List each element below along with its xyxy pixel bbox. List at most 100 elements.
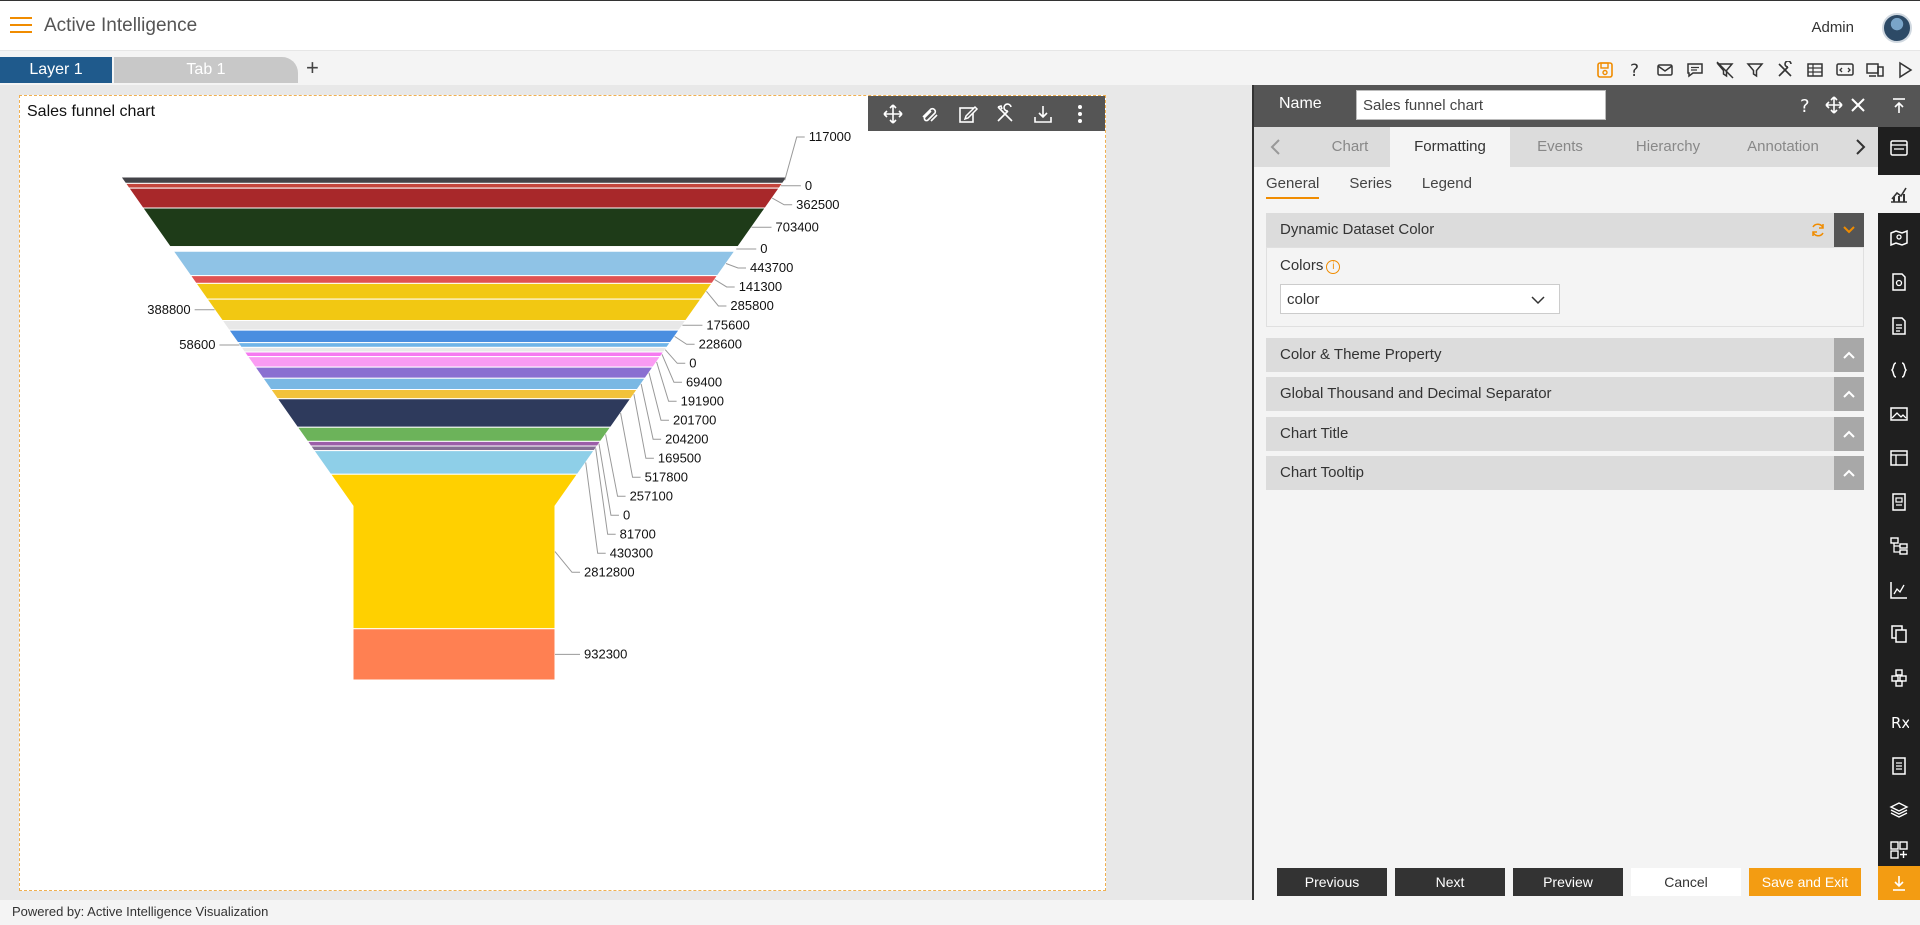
tab-hierarchy[interactable]: Hierarchy [1610,127,1726,167]
close-icon[interactable] [1846,93,1870,117]
funnel-segment[interactable] [352,628,556,681]
chevron-up-icon[interactable] [1834,417,1864,451]
subtab-legend[interactable]: Legend [1422,175,1472,199]
section-chart-title[interactable]: Chart Title [1266,417,1864,451]
notes-icon[interactable] [1878,749,1920,783]
funnel-segment[interactable] [269,388,639,400]
preview-button[interactable]: Preview [1513,868,1623,896]
funnel-segment[interactable] [246,356,662,368]
chart-icon[interactable] [1878,175,1920,213]
collapse-down-icon[interactable] [1878,866,1920,900]
link-icon[interactable] [917,101,943,127]
move-icon[interactable] [1822,93,1846,117]
funnel-segment[interactable] [306,440,602,447]
tab-formatting[interactable]: Formatting [1390,127,1510,167]
funnel-segment[interactable] [313,450,595,475]
sparkline-icon[interactable] [1878,573,1920,607]
settings-icon[interactable] [992,101,1018,127]
next-button[interactable]: Next [1395,868,1505,896]
chart-widget[interactable]: 117000 0 362500 703400 0 443700 141300 285800 38… [19,95,1106,891]
tab-1[interactable]: Tab 1 [114,57,298,83]
funnel-segment[interactable] [169,246,739,252]
section-chart-tooltip[interactable]: Chart Tooltip [1266,456,1864,490]
funnel-segment[interactable] [243,351,665,358]
refresh-icon[interactable] [1810,222,1826,238]
info-icon[interactable]: i [1326,260,1341,274]
tab-annotation[interactable]: Annotation [1726,127,1840,167]
cancel-button[interactable]: Cancel [1631,868,1741,896]
report-icon[interactable] [1878,485,1920,519]
chevron-left-icon[interactable] [1266,137,1286,157]
edit-icon[interactable] [955,101,981,127]
clear-filter-icon[interactable] [1710,59,1740,81]
subtab-general[interactable]: General [1266,175,1320,199]
layout-icon[interactable] [1878,441,1920,475]
add-tab-button[interactable]: + [306,55,319,81]
funnel-segment[interactable] [195,282,713,300]
document-icon[interactable] [1878,309,1920,343]
funnel-segment[interactable] [120,176,788,184]
funnel-segment[interactable] [189,275,719,284]
help-icon[interactable]: ? [1620,59,1650,81]
user-name[interactable]: Admin [1811,19,1854,36]
widgets-icon[interactable] [1878,833,1920,867]
funnel-segment[interactable] [254,366,654,379]
tools-icon[interactable] [1770,59,1800,81]
colors-select[interactable]: color [1280,284,1560,314]
funnel-segment[interactable] [127,187,781,209]
more-icon[interactable] [1067,101,1093,127]
chevron-right-icon[interactable] [1850,137,1870,157]
layers-icon[interactable] [1878,793,1920,827]
funnel-segment[interactable] [124,182,784,189]
menu-icon[interactable] [10,17,32,35]
hierarchy-icon[interactable] [1878,529,1920,563]
filter-icon[interactable] [1740,59,1770,81]
subtab-series[interactable]: Series [1349,175,1392,199]
layer-tab[interactable]: Layer 1 [0,57,112,83]
cubes-icon[interactable] [1878,661,1920,695]
funnel-segment[interactable] [240,346,668,353]
funnel-segment[interactable] [296,426,612,442]
funnel-segment[interactable] [221,319,687,331]
funnel-segment[interactable] [228,329,680,344]
chevron-up-icon[interactable] [1834,377,1864,411]
table-icon[interactable] [1800,59,1830,81]
image-icon[interactable] [1878,397,1920,431]
move-icon[interactable] [880,101,906,127]
funnel-segment[interactable] [261,377,647,390]
funnel-segment[interactable] [276,398,632,428]
section-separator[interactable]: Global Thousand and Decimal Separator [1266,377,1864,411]
section-color-theme[interactable]: Color & Theme Property [1266,338,1864,372]
save-and-exit-button[interactable]: Save and Exit [1749,868,1861,896]
document-settings-icon[interactable] [1878,265,1920,299]
name-input[interactable] [1356,90,1606,120]
datasource-icon[interactable] [1878,131,1920,165]
collapse-up-icon[interactable] [1878,85,1920,127]
download-icon[interactable] [1030,101,1056,127]
funnel-segment[interactable] [329,473,579,630]
map-icon[interactable] [1878,221,1920,255]
funnel-segment[interactable] [206,298,702,321]
devices-icon[interactable] [1860,59,1890,81]
embed-icon[interactable] [1830,59,1860,81]
avatar[interactable] [1882,13,1912,43]
funnel-segment[interactable] [141,207,767,248]
copy-icon[interactable] [1878,617,1920,651]
code-braces-icon[interactable] [1878,353,1920,387]
help-icon[interactable]: ? [1794,93,1818,117]
play-icon[interactable] [1890,59,1920,81]
section-dynamic-dataset-color[interactable]: Dynamic Dataset Color [1266,213,1864,247]
mail-icon[interactable] [1650,59,1680,81]
comment-icon[interactable] [1680,59,1710,81]
chevron-down-icon[interactable] [1834,213,1864,247]
previous-button[interactable]: Previous [1277,868,1387,896]
funnel-segment[interactable] [236,342,672,348]
tab-chart[interactable]: Chart [1298,127,1402,167]
chevron-up-icon[interactable] [1834,456,1864,490]
funnel-segment[interactable] [309,445,599,452]
chevron-up-icon[interactable] [1834,338,1864,372]
save-icon[interactable] [1590,59,1620,81]
formula-icon[interactable]: Rx [1878,705,1920,739]
tab-events[interactable]: Events [1510,127,1610,167]
funnel-segment[interactable] [172,250,736,277]
